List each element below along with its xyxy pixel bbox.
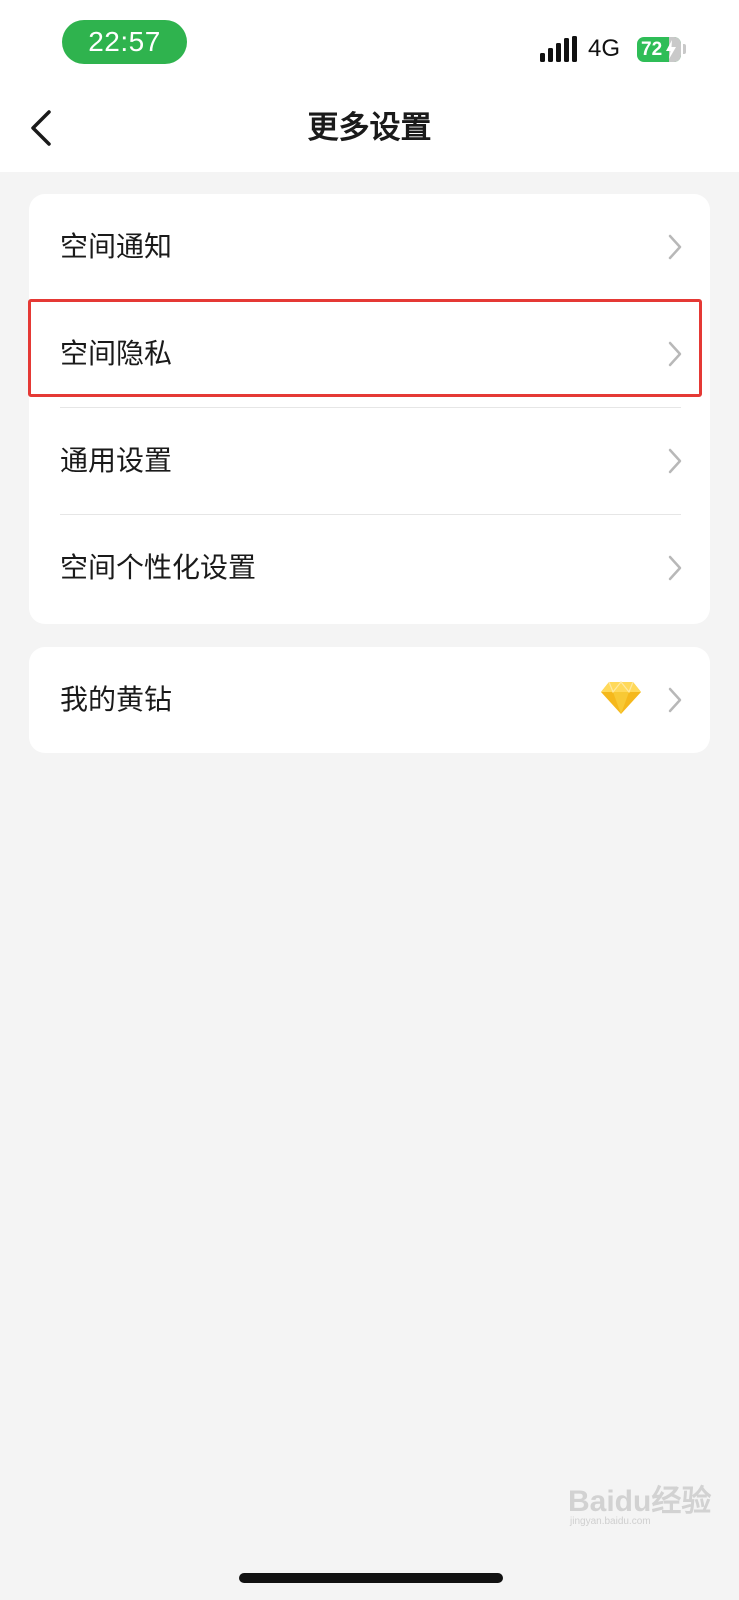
settings-item-my-yellow-diamond[interactable]: 我的黄钻 [29,647,710,753]
settings-item-space-privacy[interactable]: 空间隐私 [29,301,710,408]
network-type-label: 4G [588,35,621,62]
vip-card: 我的黄钻 [29,647,710,753]
settings-item-label: 通用设置 [60,444,173,477]
chevron-right-icon [668,555,682,581]
watermark-subtext: jingyan.baidu.com [570,1516,651,1527]
baidu-jingyan-watermark: Baidu经验 jingyan.baidu.com [568,1466,712,1536]
chevron-right-icon [668,234,682,260]
signal-icon [540,36,577,62]
chevron-right-icon [668,687,682,713]
watermark-text: Baidu经验 [568,1485,712,1518]
settings-item-personalization[interactable]: 空间个性化设置 [29,515,710,622]
nav-bar: 更多设置 [0,86,739,172]
battery-cap [683,44,686,54]
settings-item-label: 空间通知 [60,230,173,263]
battery-percentage: 72 [641,39,663,60]
battery-icon: 72 [637,37,681,62]
settings-item-label: 空间隐私 [60,337,173,370]
charging-bolt-icon [666,40,676,59]
status-time: 22:57 [62,20,187,64]
page-title: 更多设置 [307,110,432,146]
settings-item-general-settings[interactable]: 通用设置 [29,408,710,515]
home-indicator[interactable] [239,1573,503,1583]
chevron-right-icon [668,448,682,474]
yellow-diamond-icon [601,681,641,714]
settings-item-space-notification[interactable]: 空间通知 [29,194,710,301]
settings-card: 空间通知 空间隐私 通用设置 空间个性化设置 [29,194,710,624]
chevron-right-icon [668,341,682,367]
status-bar: 22:57 4G 72 [0,0,739,86]
settings-item-label: 我的黄钻 [60,683,173,716]
settings-item-label: 空间个性化设置 [60,551,257,584]
